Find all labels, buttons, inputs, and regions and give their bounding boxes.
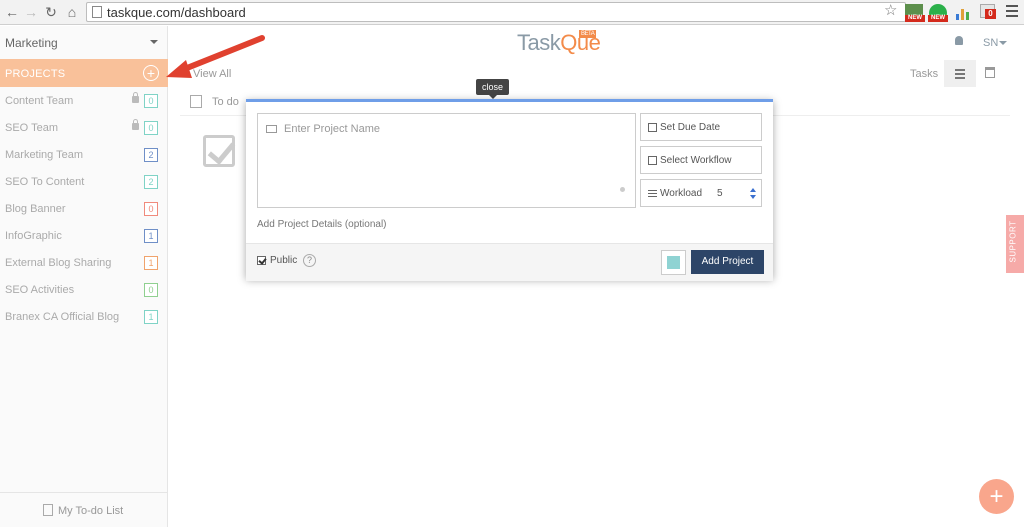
view-all-link[interactable]: View All [193, 68, 231, 80]
spinner-arrows-icon[interactable] [750, 188, 756, 200]
public-label: Public [270, 255, 298, 266]
resize-handle[interactable] [620, 187, 625, 192]
support-label: SUPPORT [1008, 220, 1018, 263]
project-name: Content Team [5, 95, 74, 107]
extension-badge-icon[interactable]: 0 [980, 4, 996, 19]
sidebar-project-item[interactable]: SEO Activities 0 [0, 277, 168, 304]
view-bar: View All Tasks [169, 60, 1024, 87]
lock-icon [132, 92, 139, 103]
browser-toolbar: ← → ↻ ⌂ taskque.com/dashboard ☆ NEW NEW … [0, 0, 1024, 25]
project-count-badge: 0 [144, 94, 158, 108]
extension-new-icon[interactable]: NEW [905, 4, 925, 22]
my-todo-list-label: My To-do List [58, 505, 124, 517]
workflow-icon [648, 156, 657, 165]
sidebar-project-item[interactable]: External Blog Sharing 1 [0, 250, 168, 277]
calendar-icon [648, 123, 657, 132]
extension-chart-icon[interactable] [954, 4, 972, 22]
user-menu[interactable]: SN [983, 37, 998, 49]
set-due-date-label: Set Due Date [660, 122, 721, 133]
project-count-badge: 2 [144, 148, 158, 162]
logo-task-text: Task [517, 30, 561, 55]
project-name: Branex CA Official Blog [5, 311, 120, 323]
workload-value[interactable]: 5 [717, 188, 723, 199]
project-count-badge: 0 [144, 202, 158, 216]
project-count-badge: 0 [144, 283, 158, 297]
project-name: SEO Activities [5, 284, 75, 296]
reload-icon[interactable]: ↻ [43, 4, 59, 20]
project-count-badge: 0 [144, 121, 158, 135]
bookmark-star-icon[interactable]: ☆ [884, 3, 897, 19]
page-icon [92, 6, 102, 18]
help-icon[interactable]: ? [303, 254, 316, 267]
project-count-badge: 1 [144, 256, 158, 270]
select-workflow-button[interactable]: Select Workflow [640, 146, 762, 174]
sidebar-project-item[interactable]: Content Team 0 [0, 88, 168, 115]
project-name: External Blog Sharing [5, 257, 112, 269]
forward-arrow-icon[interactable]: → [23, 4, 39, 20]
list-icon [43, 504, 53, 516]
sidebar-project-item[interactable]: Blog Banner 0 [0, 196, 168, 223]
project-name: Marketing Team [5, 149, 84, 161]
user-chevron-down-icon [999, 41, 1007, 45]
list-view-button[interactable] [944, 60, 976, 87]
sidebar-project-item[interactable]: SEO Team 0 [0, 115, 168, 142]
color-picker[interactable] [661, 250, 686, 275]
sidebar-project-item[interactable]: Marketing Team 2 [0, 142, 168, 169]
project-name: Blog Banner [5, 203, 66, 215]
projects-header: PROJECTS + [0, 59, 168, 87]
add-project-details-link[interactable]: Add Project Details (optional) [257, 219, 387, 230]
beta-badge: BETA [579, 30, 597, 38]
bell-icon[interactable] [955, 36, 963, 45]
modal-footer: Public ? Add Project [246, 243, 773, 281]
sidebar-project-item[interactable]: SEO To Content 2 [0, 169, 168, 196]
my-todo-list-link[interactable]: My To-do List [0, 492, 168, 527]
projects-header-label: PROJECTS [5, 68, 66, 80]
add-project-modal: Enter Project Name Set Due Date Select W… [246, 99, 773, 281]
project-count-badge: 1 [144, 310, 158, 324]
project-name-input[interactable]: Enter Project Name [257, 113, 636, 208]
sidebar-project-item[interactable]: InfoGraphic 1 [0, 223, 168, 250]
add-project-plus-icon[interactable]: + [143, 65, 159, 81]
set-due-date-button[interactable]: Set Due Date [640, 113, 762, 141]
calendar-view-icon[interactable] [985, 67, 995, 78]
close-tooltip[interactable]: close [476, 79, 509, 99]
extension-badge-count: 0 [985, 9, 996, 19]
sidebar: Marketing PROJECTS + Content Team 0 SEO Te… [0, 26, 168, 527]
team-dropdown[interactable]: Marketing [0, 26, 168, 58]
add-project-button[interactable]: Add Project [691, 250, 764, 274]
workload-stepper[interactable]: Workload 5 [640, 179, 762, 207]
project-name: InfoGraphic [5, 230, 62, 242]
team-name: Marketing [5, 36, 58, 50]
address-bar[interactable]: taskque.com/dashboard [86, 2, 906, 22]
select-workflow-label: Select Workflow [660, 155, 732, 166]
chevron-down-icon [150, 40, 158, 44]
taskque-logo: TaskQue BETA [517, 30, 601, 56]
checkmark-icon [203, 135, 235, 167]
project-count-badge: 1 [144, 229, 158, 243]
back-arrow-icon[interactable]: ← [4, 4, 20, 20]
list-icon [190, 95, 202, 108]
extension-new-label-text: NEW [928, 15, 948, 22]
project-name: SEO To Content [5, 176, 85, 188]
extension-new-label: NEW [905, 15, 925, 22]
color-swatch [667, 256, 680, 269]
project-name: SEO Team [5, 122, 58, 134]
support-tab[interactable]: SUPPORT [1006, 215, 1024, 273]
bars-icon [648, 190, 657, 199]
todo-section-label: To do [212, 96, 239, 108]
tasks-label: Tasks [910, 68, 939, 80]
url-text: taskque.com/dashboard [107, 5, 246, 20]
sidebar-project-item[interactable]: Branex CA Official Blog 1 [0, 304, 168, 331]
floating-add-button[interactable]: + [979, 479, 1014, 514]
lock-icon [132, 119, 139, 130]
project-count-badge: 2 [144, 175, 158, 189]
folder-icon [266, 125, 277, 133]
project-name-placeholder: Enter Project Name [284, 123, 380, 135]
workload-label: Workload [660, 188, 703, 199]
public-checkbox[interactable] [257, 256, 266, 265]
home-icon[interactable]: ⌂ [64, 4, 80, 20]
browser-menu-icon[interactable] [1006, 5, 1018, 20]
